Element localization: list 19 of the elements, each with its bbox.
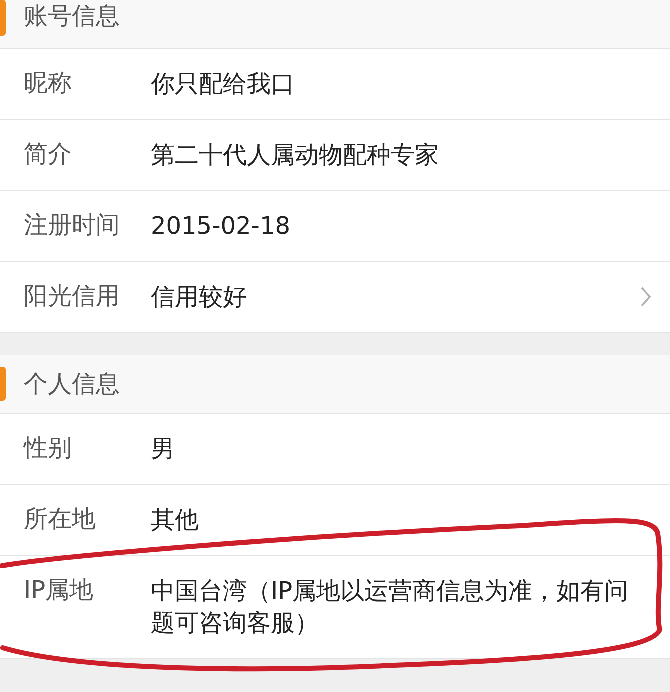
section-title: 个人信息 [24,369,120,400]
field-label: 昵称 [24,68,73,98]
field-value: 中国台湾（IP属地以运营商信息为准，如有问题可咨询客服） [151,576,630,639]
field-label: 阳光信用 [24,281,121,311]
field-label: 注册时间 [24,210,121,240]
field-value: 第二十代人属动物配种专家 [151,140,439,171]
accent-bar [0,0,6,36]
chevron-right-icon[interactable] [640,286,652,308]
field-label: IP属地 [24,575,95,605]
accent-bar [0,367,6,401]
field-value: 你只配给我口 [151,69,295,100]
field-label: 性别 [24,433,73,463]
field-value: 信用较好 [151,282,247,313]
field-value: 其他 [151,505,199,536]
field-value: 男 [151,434,175,465]
field-label: 所在地 [24,504,97,534]
field-value: 2015-02-18 [151,211,290,242]
section-title: 账号信息 [24,1,120,32]
field-label: 简介 [24,139,73,169]
